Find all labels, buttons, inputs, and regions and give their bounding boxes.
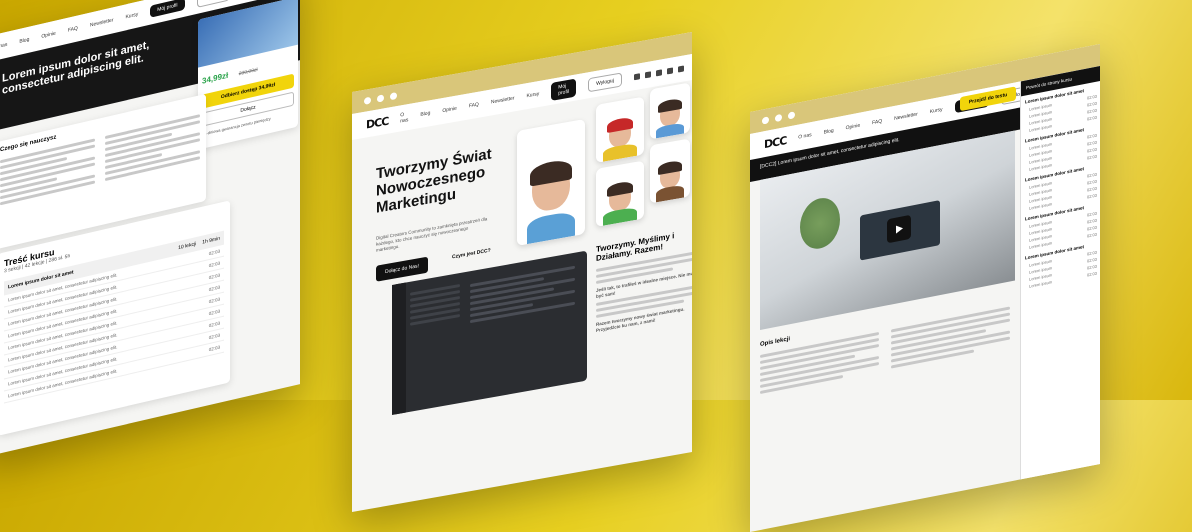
dcc-logo[interactable]: DCC (366, 114, 388, 131)
nav-item-opinie[interactable]: Opinie (41, 30, 55, 39)
sidebar-lesson-time: 02:03 (1086, 270, 1097, 278)
nav-item-kursy[interactable]: Kursy (125, 11, 138, 20)
nav-item-faq[interactable]: FAQ (872, 118, 882, 126)
price-card: 34,99zł 299,00zł Odbierz dostęp 34,99zł … (198, 0, 298, 150)
nav-item-kursy[interactable]: Kursy (526, 91, 539, 99)
old-price: 299,00zł (238, 66, 258, 78)
nav-item-opinie[interactable]: Opinie (846, 123, 860, 132)
lesson-time: 02:03 (208, 332, 220, 341)
linkedin-icon[interactable] (655, 69, 662, 77)
play-icon (896, 225, 903, 234)
my-profile-button[interactable]: Mój profil (150, 0, 185, 18)
hero-description: Digital Creators Community to zamknięta … (376, 216, 488, 253)
social-links (633, 65, 684, 81)
nav-item-o-nas[interactable]: O nas (0, 42, 7, 51)
nav-item-newsletter[interactable]: Newsletter (491, 95, 515, 105)
window-dot (377, 93, 384, 103)
nav-item-newsletter[interactable]: Newsletter (894, 111, 918, 122)
lesson-time: 02:03 (208, 344, 220, 353)
what-is-dcc-link[interactable]: Czym jest DCC? (452, 248, 491, 261)
avatar-beard (650, 82, 690, 140)
join-us-button[interactable]: Dołącz do Nas! (376, 256, 428, 282)
window-dot (390, 91, 397, 100)
avatar-brown (650, 138, 690, 204)
window-dot (762, 115, 769, 125)
lesson-page-window: DCC O nas Blog Opinie FAQ Newsletter Kur… (750, 43, 1100, 532)
my-profile-button[interactable]: Mój profil (551, 78, 577, 101)
logout-button[interactable]: Wyloguj (588, 72, 622, 93)
lesson-time: 02:03 (208, 248, 220, 257)
nav-item-blog[interactable]: Blog (420, 110, 430, 118)
nav-item-blog[interactable]: Blog (824, 128, 834, 136)
section-meta: 10 lekcji (178, 241, 197, 252)
nav-item-faq[interactable]: FAQ (68, 25, 78, 33)
lesson-time: 02:03 (208, 308, 220, 317)
price: 34,99zł (202, 70, 229, 86)
twitter-icon[interactable] (666, 67, 673, 75)
course-page-window: O nas Blog Opinie FAQ Newsletter Kursy M… (0, 0, 300, 458)
lesson-time: 02:03 (208, 260, 220, 269)
section-list: Lorem ipsum dolor sit amet Lorem ipsum 02:… (1021, 81, 1100, 292)
discord-icon[interactable] (633, 73, 640, 81)
nav-item-blog[interactable]: Blog (19, 37, 29, 45)
plant-decor (800, 194, 840, 253)
nav-item-opinie[interactable]: Opinie (442, 106, 456, 115)
youtube-icon[interactable] (677, 65, 684, 73)
hero-title: Tworzymy Świat Nowoczesnego Marketingu (376, 145, 492, 217)
nav-item-o-nas[interactable]: O nas (798, 132, 811, 141)
dcc-logo[interactable]: DCC (764, 133, 786, 150)
window-dot (364, 96, 371, 105)
about-section: Tworzymy. Myślimy i Działamy. Razem! Jeś… (596, 226, 692, 334)
avatar-large (517, 118, 585, 246)
landing-page-window: DCC O nas Blog Opinie FAQ Newsletter Kur… (352, 32, 692, 512)
section-time: 1h 9min (202, 235, 220, 246)
instagram-icon[interactable] (644, 71, 651, 79)
nav-item-newsletter[interactable]: Newsletter (90, 17, 114, 28)
lesson-sidebar: Powrót do strony kursu Lorem ipsum dolor… (1020, 65, 1100, 482)
lesson-time: 02:03 (208, 284, 220, 293)
avatar-red-cap (596, 96, 644, 163)
lesson-time: 02:03 (208, 320, 220, 329)
nav-item-kursy[interactable]: Kursy (930, 107, 943, 115)
window-dot (788, 110, 795, 120)
nav-item-o-nas[interactable]: O nas (400, 111, 408, 125)
window-dot (775, 113, 782, 122)
avatar-green (596, 160, 644, 227)
nav-item-faq[interactable]: FAQ (469, 102, 479, 110)
play-button[interactable] (887, 214, 911, 244)
lesson-time: 02:03 (208, 296, 220, 305)
lesson-time: 02:03 (208, 272, 220, 281)
